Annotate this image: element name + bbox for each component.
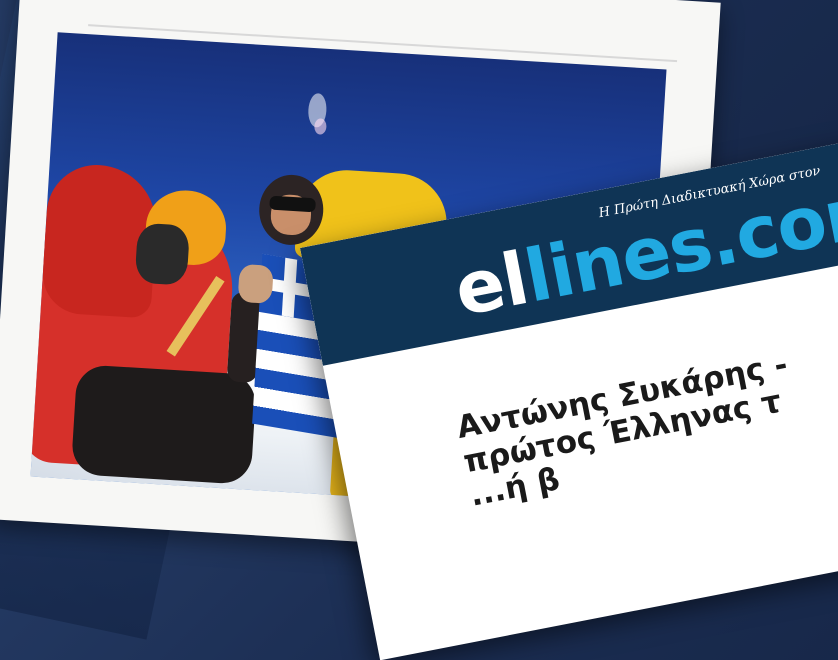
- lens-flare-secondary: [313, 118, 327, 135]
- climber-hand: [237, 263, 274, 304]
- climber-dark-pack: [70, 364, 258, 485]
- climber-goggles: [269, 195, 316, 213]
- climber-oxygen-mask: [134, 222, 191, 286]
- article-headline[interactable]: Αντώνης Συκάρης - πρώτος Έλληνας τ ...ή …: [454, 297, 838, 515]
